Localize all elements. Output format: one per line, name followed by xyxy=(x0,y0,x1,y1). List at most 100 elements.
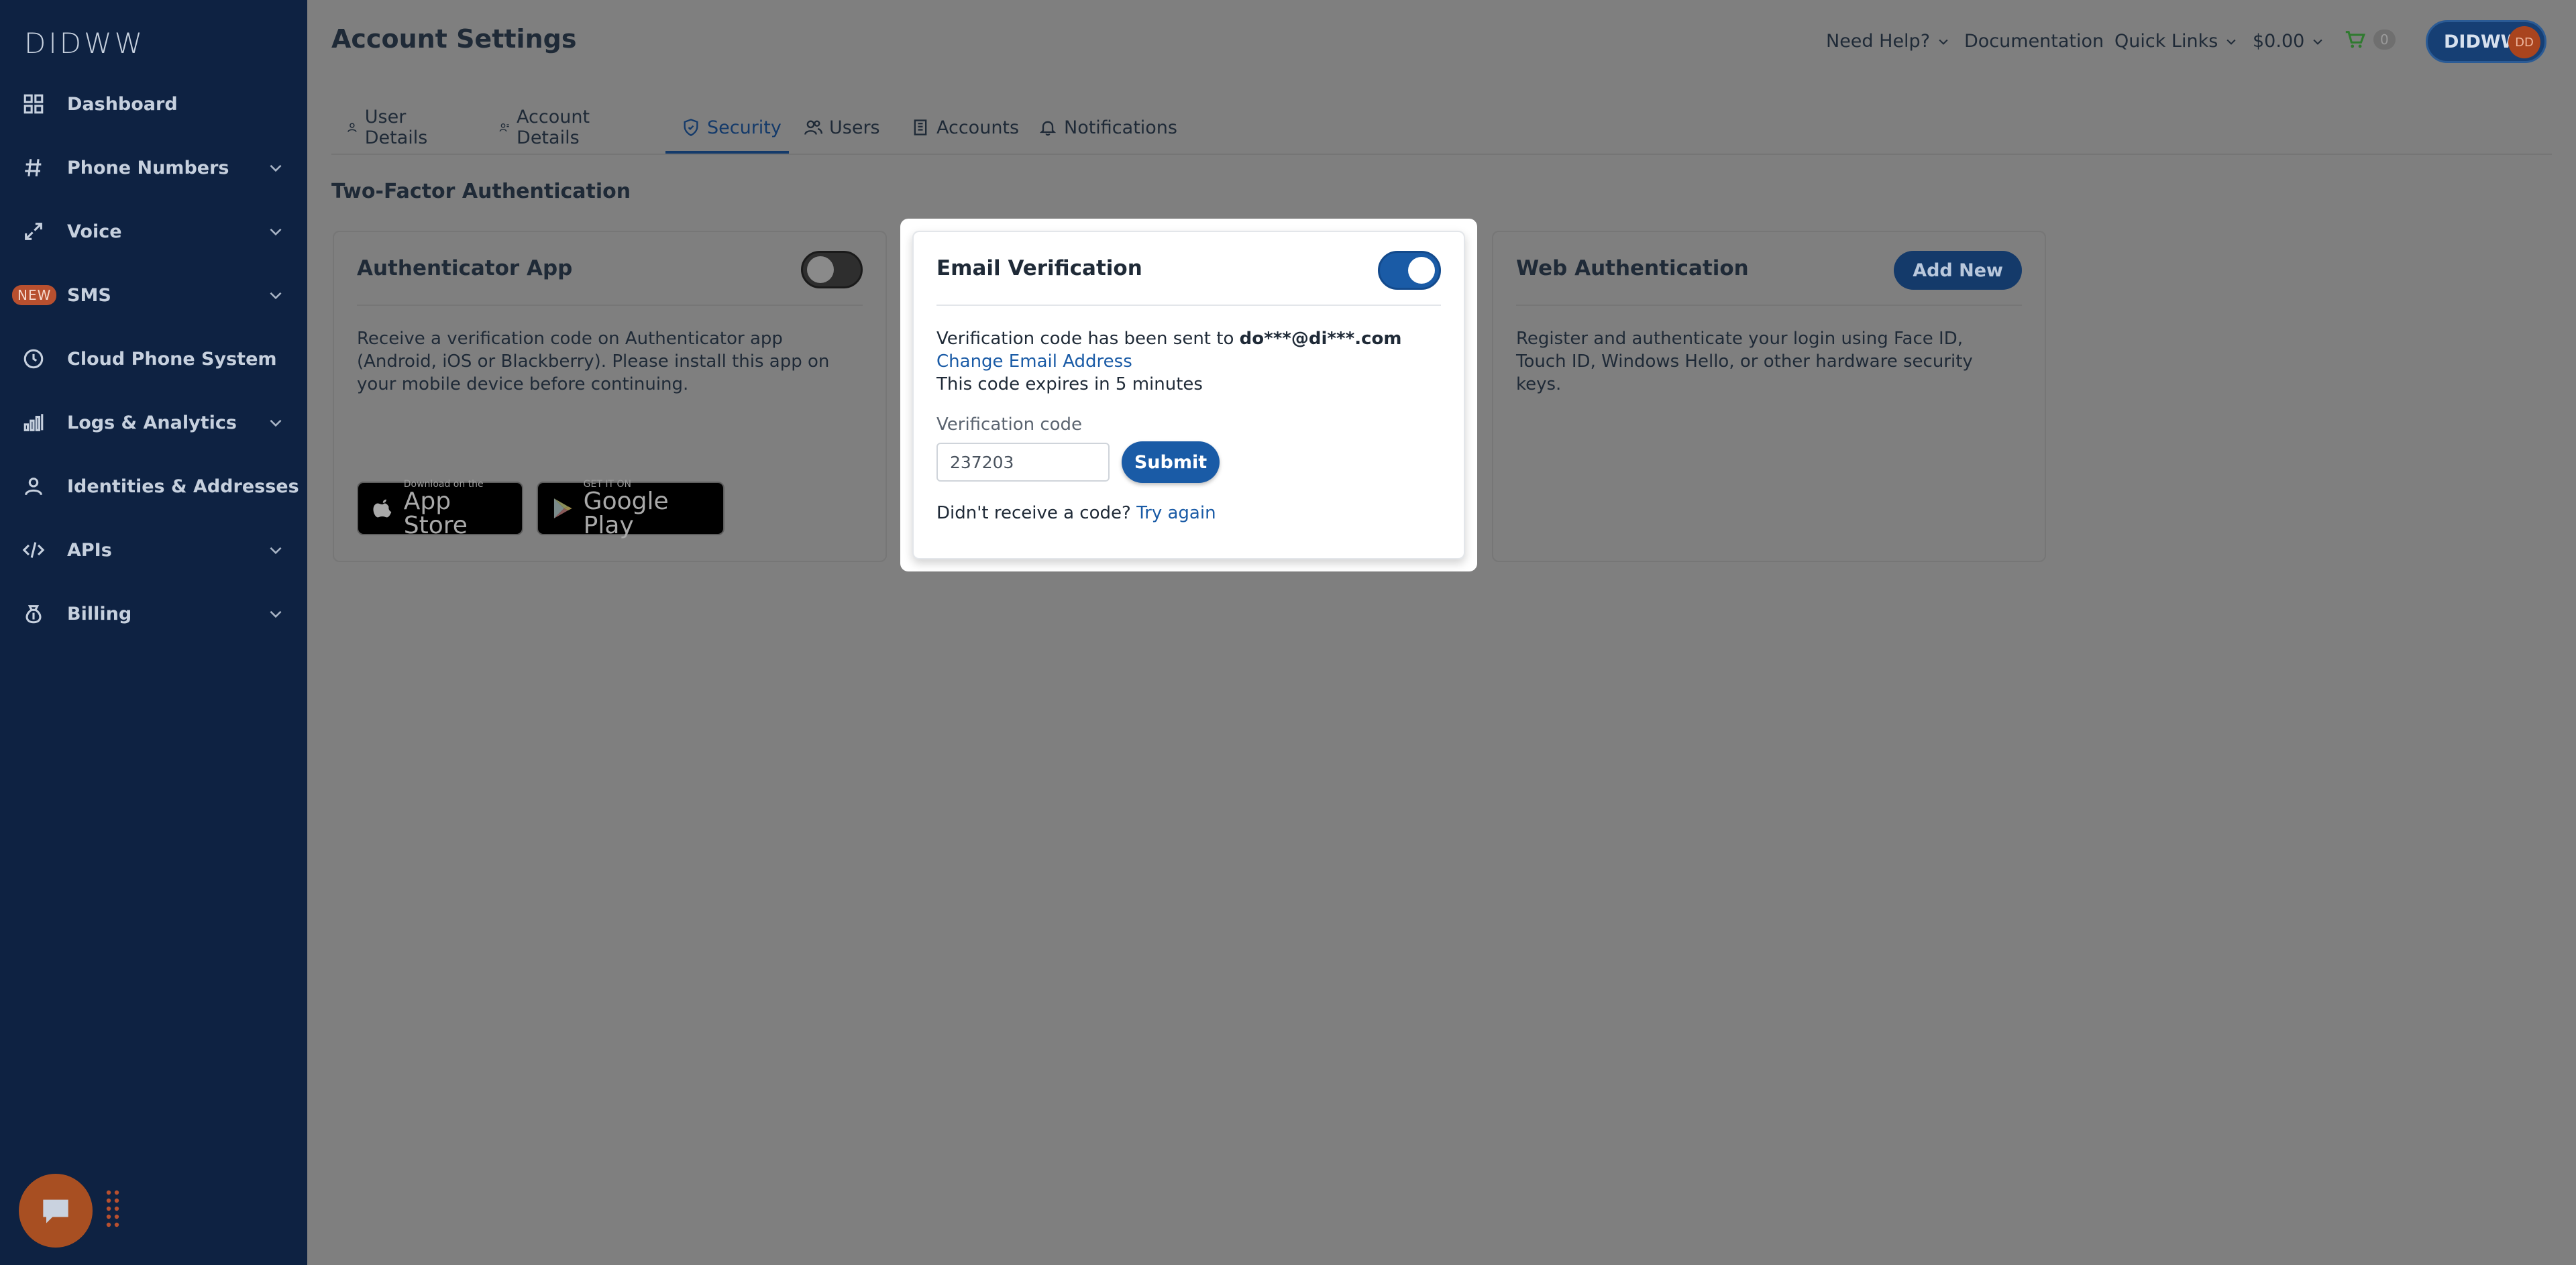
google-play-big-text: Google Play xyxy=(583,488,669,539)
sidebar-item-voice[interactable]: Voice xyxy=(0,200,307,263)
didnt-receive-text: Didn't receive a code? xyxy=(936,503,1137,523)
cart-icon xyxy=(2345,31,2365,48)
tab-label: User Details xyxy=(364,107,428,148)
sidebar-item-label: Billing xyxy=(67,603,132,624)
email-verification-card: Email Verification Verification code has… xyxy=(912,231,1465,559)
chevron-down-icon xyxy=(267,159,284,176)
code-expiry-text: This code expires in 5 minutes xyxy=(936,374,1203,394)
cart-button[interactable]: 0 xyxy=(2344,28,2396,51)
user-menu-button[interactable]: DIDWW DD xyxy=(2426,20,2546,63)
building-icon xyxy=(914,119,927,135)
resend-message: Didn't receive a code? Try again xyxy=(936,503,1216,523)
sidebar-item-sms[interactable]: NEW SMS xyxy=(0,264,307,327)
sidebar-item-phone-numbers[interactable]: Phone Numbers xyxy=(0,136,307,199)
tab-accounts[interactable]: Accounts xyxy=(911,101,1019,154)
card-title: Web Authentication xyxy=(1516,256,1749,280)
card-title: Email Verification xyxy=(936,256,1142,280)
app-store-big-text: App Store xyxy=(403,488,468,539)
balance-value: $0.00 xyxy=(2253,31,2305,52)
chevron-down-icon xyxy=(267,286,284,304)
chat-widget-button[interactable] xyxy=(19,1174,93,1248)
card-description: Register and authenticate your login usi… xyxy=(1516,329,1973,394)
tab-label: Account Details xyxy=(517,107,590,148)
tab-label: Security xyxy=(707,117,782,138)
google-play-button[interactable]: GET IT ON Google Play xyxy=(537,479,724,539)
chevron-down-icon xyxy=(1939,39,1948,45)
web-authentication-card: Web Authentication Add New Register and … xyxy=(1492,231,2046,562)
chevron-down-icon xyxy=(267,605,284,622)
sidebar-item-cloud-phone-system[interactable]: Cloud Phone System xyxy=(0,327,307,390)
chevron-down-icon xyxy=(267,223,284,240)
bell-icon xyxy=(1039,121,1057,136)
sidebar-item-apis[interactable]: APIs xyxy=(0,518,307,582)
documentation-link[interactable]: Documentation xyxy=(1964,31,2104,52)
need-help-dropdown[interactable]: Need Help? xyxy=(1826,31,1950,52)
tab-user-details[interactable]: User Details xyxy=(346,101,435,154)
apple-icon xyxy=(373,499,392,518)
didww-logo[interactable]: DIDWW xyxy=(24,27,145,60)
tab-label: Notifications xyxy=(1064,117,1177,138)
sidebar-item-label: Phone Numbers xyxy=(67,157,229,178)
tab-label: Accounts xyxy=(936,117,1020,138)
sidebar-item-label: Dashboard xyxy=(67,93,178,115)
email-verification-spotlight: Email Verification Verification code has… xyxy=(900,219,1477,571)
chevron-down-icon xyxy=(2313,39,2322,45)
sidebar-item-label: Identities & Addresses xyxy=(67,476,299,497)
shield-icon xyxy=(684,119,698,136)
cart-count-badge: 0 xyxy=(2373,30,2396,50)
sidebar: DIDWW Dashboard Phone Numbers Voice NEW … xyxy=(0,0,307,1265)
sidebar-item-label: SMS xyxy=(67,284,111,306)
money-bag-icon xyxy=(21,602,46,626)
app-store-button[interactable]: Download on the App Store xyxy=(357,479,523,539)
change-email-link[interactable]: Change Email Address xyxy=(936,351,1132,372)
avatar: DD xyxy=(2508,26,2540,58)
verification-code-input[interactable] xyxy=(936,443,1110,482)
chat-icon xyxy=(43,1199,68,1223)
add-new-button[interactable]: Add New xyxy=(1894,251,2022,290)
users-icon xyxy=(804,120,822,135)
bar-chart-icon xyxy=(21,410,46,435)
page-title: Account Settings xyxy=(331,24,577,54)
quick-links-dropdown[interactable]: Quick Links xyxy=(2114,31,2238,52)
user-icon xyxy=(21,474,46,498)
sidebar-item-label: Cloud Phone System xyxy=(67,348,277,370)
balance-dropdown[interactable]: $0.00 xyxy=(2253,31,2324,52)
sidebar-item-dashboard[interactable]: Dashboard xyxy=(0,72,307,135)
card-title: Authenticator App xyxy=(357,256,573,280)
phone-arrows-icon xyxy=(21,219,46,243)
try-again-link[interactable]: Try again xyxy=(1136,503,1216,523)
sidebar-item-billing[interactable]: Billing xyxy=(0,582,307,645)
masked-email: do***@di***.com xyxy=(1239,329,1402,349)
user-icon xyxy=(347,123,357,132)
card-divider xyxy=(936,305,1441,306)
sidebar-item-identities-addresses[interactable]: Identities & Addresses xyxy=(0,455,307,518)
tab-account-details[interactable]: Account Details xyxy=(499,101,598,154)
code-sent-prefix: Verification code has been sent to xyxy=(936,329,1240,349)
user-lines-icon xyxy=(499,123,509,132)
need-help-label: Need Help? xyxy=(1826,31,1931,52)
authenticator-toggle[interactable] xyxy=(801,251,863,288)
email-verification-toggle[interactable] xyxy=(1378,251,1441,290)
tabs-divider xyxy=(331,154,2552,155)
tab-users[interactable]: Users xyxy=(804,101,880,154)
toggle-knob xyxy=(1408,257,1435,284)
chevron-down-icon xyxy=(2226,39,2236,45)
sidebar-item-label: Logs & Analytics xyxy=(67,412,237,433)
drag-handle-icon[interactable] xyxy=(105,1189,121,1229)
section-title: Two-Factor Authentication xyxy=(331,180,631,203)
new-badge: NEW xyxy=(12,285,57,305)
chevron-down-icon xyxy=(267,414,284,431)
tab-security[interactable]: Security xyxy=(682,101,782,154)
authenticator-app-card: Authenticator App Receive a verification… xyxy=(333,231,887,562)
submit-button[interactable]: Submit xyxy=(1122,441,1220,483)
sidebar-item-logs-analytics[interactable]: Logs & Analytics xyxy=(0,391,307,454)
card-divider xyxy=(1516,305,2022,306)
verification-code-label: Verification code xyxy=(936,415,1083,435)
tab-notifications[interactable]: Notifications xyxy=(1038,101,1177,154)
chevron-down-icon xyxy=(267,541,284,559)
sidebar-item-label: Voice xyxy=(67,221,122,242)
cloud-clock-icon xyxy=(21,347,46,371)
toggle-knob xyxy=(807,256,834,283)
hash-icon xyxy=(21,156,46,180)
grid-icon xyxy=(21,92,46,116)
